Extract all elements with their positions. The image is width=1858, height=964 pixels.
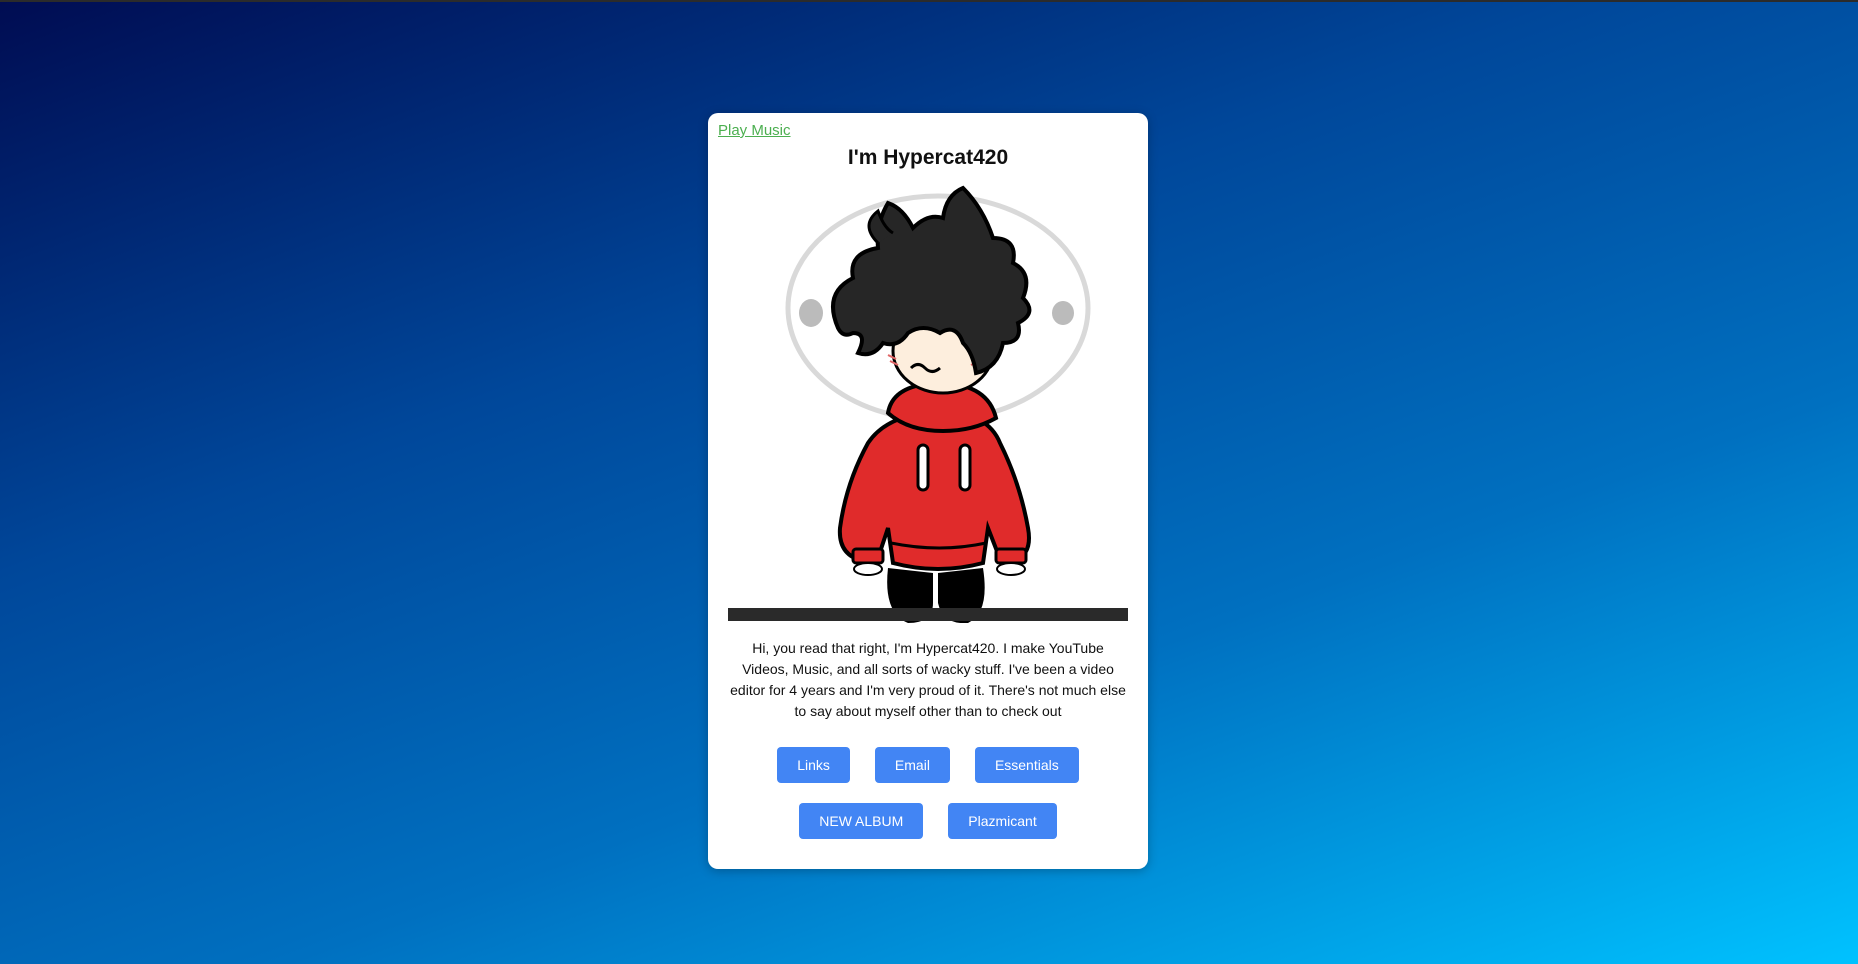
avatar-illustration: [785, 185, 1091, 623]
email-button[interactable]: Email: [874, 747, 950, 783]
bio-text: Hi, you read that right, I'm Hypercat420…: [730, 640, 1126, 719]
top-border: [0, 0, 1858, 2]
avatar: [728, 183, 1128, 623]
profile-card: Play Music I'm Hypercat420 Hi, you read …: [708, 113, 1148, 869]
plazmicant-button[interactable]: Plazmicant: [948, 803, 1057, 839]
button-row-secondary: NEW ALBUM Plazmicant: [708, 803, 1148, 839]
video-progress-bar[interactable]: [728, 608, 1128, 621]
links-button[interactable]: Links: [777, 747, 850, 783]
play-music-link[interactable]: Play Music: [718, 122, 791, 139]
essentials-button[interactable]: Essentials: [974, 747, 1079, 783]
page-title: I'm Hypercat420: [847, 146, 1009, 169]
new-album-button[interactable]: NEW ALBUM: [799, 803, 924, 839]
button-row-primary: Links Email Essentials: [708, 747, 1148, 783]
